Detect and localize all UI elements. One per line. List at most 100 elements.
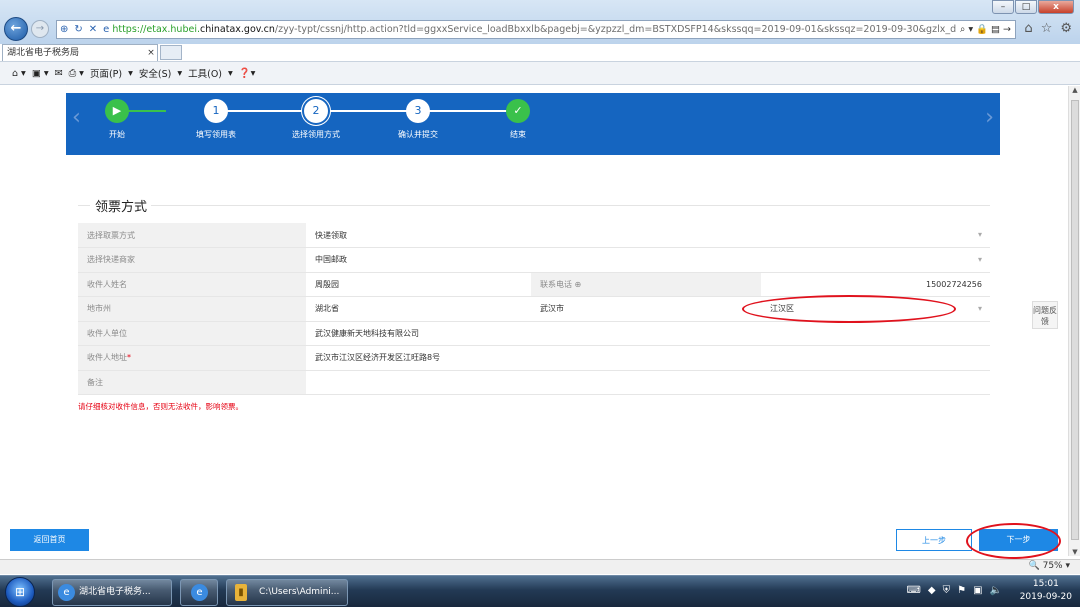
section-title: 领票方式 (95, 200, 148, 215)
url-scheme: https://etax.hubei. (112, 24, 200, 35)
new-tab-button[interactable] (160, 45, 182, 60)
section-divider (151, 205, 990, 206)
keyboard-icon[interactable]: ⌨ (906, 585, 920, 596)
home-menu-icon[interactable]: ⌂ ▾ (12, 68, 26, 79)
folder-icon: ▮ (235, 584, 247, 601)
back-home-button[interactable]: 返回首页 (10, 529, 89, 551)
minimize-button[interactable]: – (992, 0, 1014, 14)
form-row: 选择快递商家 中国邮政 (78, 247, 990, 273)
step-fill-form: 1 填写领用表 (186, 99, 246, 140)
start-button[interactable]: ⊞ (5, 577, 35, 607)
back-button[interactable]: ← (4, 17, 28, 41)
tab-title: 湖北省电子税务局 (7, 48, 80, 58)
shield-icon[interactable]: ⛨ (943, 585, 951, 596)
section-divider (78, 205, 90, 206)
status-bar: 🔍 75% ▾ (0, 559, 1080, 574)
field-label: 联系电话 ⊕ (531, 272, 761, 297)
chevron-right-icon[interactable]: › (983, 105, 996, 130)
clock-date: 2019-09-20 (1019, 592, 1072, 602)
flag-icon[interactable]: ⚑ (957, 585, 966, 596)
step-label: 填写领用表 (196, 130, 236, 139)
network-icon[interactable]: ◆ (928, 585, 936, 596)
step-number: 3 (406, 99, 430, 123)
vertical-scrollbar[interactable]: ▲ ▼ (1068, 86, 1080, 556)
form-row: 备注 (78, 370, 990, 395)
browser-right-icons: ⌂ ☆ ⚙ (1024, 21, 1072, 36)
browser-title-bar: – □ x ← → ⊕ ↻ ✕ e https://etax.hubei.chi… (0, 0, 1080, 44)
step-progress-banner: ‹ › ▶ 开始 1 填写领用表 2 选择领用方式 3 确认并提交 ✓ 结束 (66, 93, 1000, 155)
scrollbar-thumb[interactable] (1071, 100, 1079, 540)
step-label: 开始 (109, 130, 125, 139)
chevron-left-icon[interactable]: ‹ (70, 105, 83, 130)
compat-icon: ▤ (991, 24, 1000, 35)
city-select[interactable]: 武汉市 (531, 296, 761, 322)
ie-icon: e (191, 584, 208, 601)
step-number: 2 (304, 99, 328, 123)
menu-tools[interactable]: 工具(O) (188, 66, 222, 80)
feeds-icon[interactable]: ▣ ▾ (32, 68, 49, 79)
field-label: 选择取票方式 (78, 223, 306, 248)
close-window-button[interactable]: x (1038, 0, 1074, 14)
tab-close-icon[interactable]: × (145, 45, 157, 61)
forward-button[interactable]: → (31, 20, 49, 38)
forward-arrow-icon: → (35, 23, 45, 34)
step-choose-method: 2 选择领用方式 (286, 99, 346, 140)
home-icon[interactable]: ⌂ (1024, 21, 1032, 36)
form-row: 收件人单位 武汉健康新天地科技有限公司 (78, 321, 990, 346)
window-controls: – □ x (991, 0, 1074, 14)
speaker-icon[interactable]: 🔈 (990, 585, 1002, 596)
search-icon: ⌕ (960, 24, 966, 35)
field-label: 收件人地址* (78, 345, 306, 371)
recipient-address-field[interactable]: 武汉市江汉区经济开发区江旺路8号 (306, 345, 990, 371)
annotation-ellipse-district (742, 295, 956, 323)
help-icon[interactable]: ❓▾ (239, 68, 256, 79)
gear-icon[interactable]: ⚙ (1060, 21, 1072, 36)
scroll-up-arrow-icon[interactable]: ▲ (1069, 86, 1080, 94)
recipient-company-field[interactable]: 武汉健康新天地科技有限公司 (306, 321, 990, 346)
field-label: 地市州 (78, 296, 306, 322)
maximize-button[interactable]: □ (1015, 0, 1037, 14)
step-label: 结束 (510, 130, 526, 139)
province-select[interactable]: 湖北省 (306, 296, 531, 322)
address-bar[interactable]: ⊕ ↻ ✕ e https://etax.hubei.chinatax.gov.… (56, 20, 1016, 39)
step-label: 选择领用方式 (292, 130, 340, 139)
play-icon: ▶ (105, 99, 129, 123)
feedback-button[interactable]: 问题反馈 (1032, 301, 1058, 329)
taskbar-explorer-window[interactable]: ▮ C:\Users\Admini... (226, 579, 348, 606)
courier-select[interactable]: 中国邮政 (306, 247, 990, 273)
windows-taskbar: ⊞ e 湖北省电子税务... e ▮ C:\Users\Admini... ⌨ … (0, 575, 1080, 607)
step-confirm: 3 确认并提交 (388, 99, 448, 140)
url-text[interactable]: https://etax.hubei.chinatax.gov.cn/zyy-t… (112, 24, 956, 35)
page-viewport: ‹ › ▶ 开始 1 填写领用表 2 选择领用方式 3 确认并提交 ✓ 结束 领票方式 选… (0, 86, 1068, 572)
recipient-name-field[interactable]: 周殷园 (306, 272, 531, 297)
address-tools[interactable]: ⌕ ▾ 🔒 ▤ → (956, 24, 1015, 35)
menu-safety[interactable]: 安全(S) (139, 66, 171, 80)
zoom-icon: 🔍 (1028, 561, 1040, 571)
back-arrow-icon: ← (10, 21, 22, 36)
windows-logo-icon: ⊞ (14, 585, 26, 599)
form-row: 收件人姓名 周殷园 联系电话 ⊕ 15002724256 (78, 272, 990, 297)
mail-icon[interactable]: ✉ (55, 68, 63, 79)
refresh-icon[interactable]: ↻ (74, 24, 82, 35)
browser-tab[interactable]: 湖北省电子税务局 × (2, 44, 158, 61)
check-icon: ✓ (506, 99, 530, 123)
favorites-star-icon[interactable]: ☆ (1041, 21, 1053, 36)
previous-step-button[interactable]: 上一步 (896, 529, 972, 551)
field-label: 收件人姓名 (78, 272, 306, 297)
display-icon[interactable]: ▣ (973, 585, 982, 596)
phone-field[interactable]: 15002724256 (761, 272, 990, 297)
remark-field[interactable] (306, 370, 990, 395)
ie-page-icon: e (103, 24, 110, 35)
go-arrow-icon: → (1003, 24, 1011, 35)
clock[interactable]: 15:01 2019-09-20 (1020, 578, 1072, 604)
scroll-down-arrow-icon[interactable]: ▼ (1069, 548, 1080, 556)
pickup-method-select[interactable]: 快递领取 (306, 223, 990, 248)
stop-icon[interactable]: ✕ (89, 24, 97, 35)
menu-page[interactable]: 页面(P) (90, 66, 122, 80)
print-icon[interactable]: ⎙ ▾ (69, 68, 84, 79)
system-tray-icons: ⌨ ◆ ⛨ ⚑ ▣ 🔈 (906, 585, 1002, 596)
taskbar-ie-pinned[interactable]: e (180, 579, 218, 606)
taskbar-ie-window[interactable]: e 湖北省电子税务... (52, 579, 172, 606)
step-finish: ✓ 结束 (488, 99, 548, 140)
zoom-control[interactable]: 🔍 75% ▾ (1029, 561, 1071, 571)
